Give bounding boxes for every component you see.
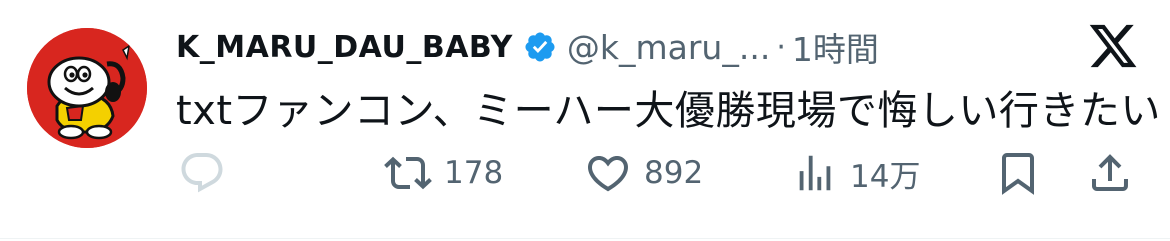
avatar-illustration xyxy=(27,28,147,148)
like-button[interactable]: 892 xyxy=(584,148,703,198)
like-icon xyxy=(587,156,629,192)
user-handle[interactable]: @k_maru_... xyxy=(567,28,770,67)
bookmark-button[interactable] xyxy=(994,148,1042,198)
display-name[interactable]: K_MARU_DAU_BABY xyxy=(176,30,513,65)
verified-badge-icon xyxy=(523,30,557,64)
retweet-icon xyxy=(384,156,432,190)
action-bar: 178 892 14万 xyxy=(0,148,1170,198)
retweet-count: 178 xyxy=(444,155,504,191)
x-logo-icon xyxy=(1084,20,1142,72)
like-count: 892 xyxy=(644,155,704,191)
reply-button[interactable] xyxy=(178,148,226,198)
divider xyxy=(0,238,1170,239)
tweet-header: K_MARU_DAU_BABY @k_maru_... · 1時間 xyxy=(176,24,879,70)
avatar[interactable] xyxy=(27,28,147,148)
views-button[interactable]: 14万 xyxy=(792,148,920,198)
share-icon xyxy=(1092,154,1128,191)
separator-dot: · xyxy=(776,29,786,65)
tweet-text: txtファンコン、ミーハー大優勝現場で悔しい行きたい xyxy=(176,88,1161,134)
reply-icon xyxy=(181,153,223,193)
timestamp[interactable]: 1時間 xyxy=(792,23,879,71)
share-button[interactable] xyxy=(1086,148,1134,198)
tweet-card[interactable]: K_MARU_DAU_BABY @k_maru_... · 1時間 txtファン… xyxy=(0,0,1170,241)
view-count: 14万 xyxy=(850,158,921,195)
bookmark-icon xyxy=(1002,153,1034,195)
views-icon xyxy=(799,155,831,191)
retweet-button[interactable]: 178 xyxy=(384,148,503,198)
